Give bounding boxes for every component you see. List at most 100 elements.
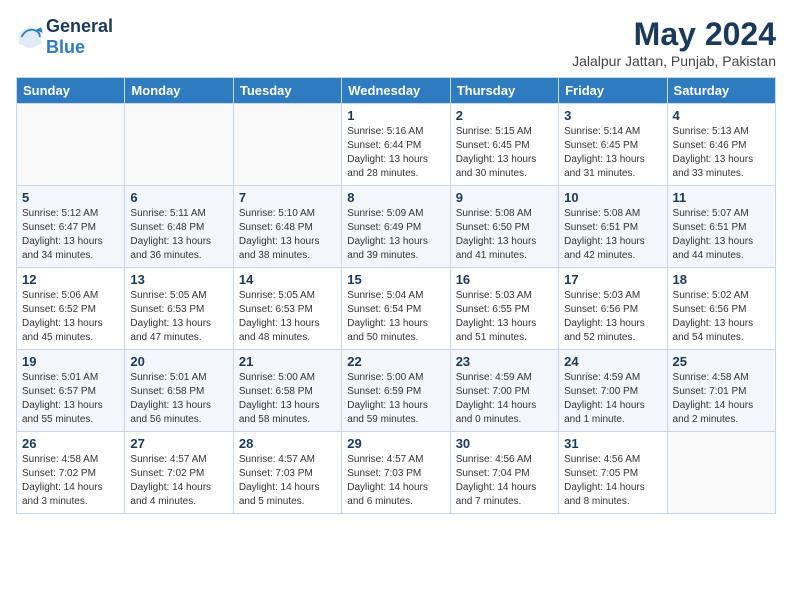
day-info: Sunrise: 5:04 AM Sunset: 6:54 PM Dayligh… bbox=[347, 289, 444, 345]
day-info: Sunrise: 5:15 AM Sunset: 6:45 PM Dayligh… bbox=[456, 125, 553, 181]
day-number: 13 bbox=[130, 272, 227, 287]
calendar-cell bbox=[233, 104, 341, 186]
day-info: Sunrise: 5:10 AM Sunset: 6:48 PM Dayligh… bbox=[239, 207, 336, 263]
logo-blue: Blue bbox=[46, 37, 85, 57]
column-header-friday: Friday bbox=[559, 78, 667, 104]
day-info: Sunrise: 4:58 AM Sunset: 7:01 PM Dayligh… bbox=[673, 371, 770, 427]
calendar-cell: 27 Sunrise: 4:57 AM Sunset: 7:02 PM Dayli… bbox=[125, 432, 233, 514]
day-info: Sunrise: 4:58 AM Sunset: 7:02 PM Dayligh… bbox=[22, 453, 119, 509]
day-number: 3 bbox=[564, 108, 661, 123]
calendar-cell: 6 Sunrise: 5:11 AM Sunset: 6:48 PM Daylig… bbox=[125, 186, 233, 268]
day-info: Sunrise: 5:14 AM Sunset: 6:45 PM Dayligh… bbox=[564, 125, 661, 181]
day-number: 20 bbox=[130, 354, 227, 369]
day-info: Sunrise: 5:08 AM Sunset: 6:50 PM Dayligh… bbox=[456, 207, 553, 263]
day-info: Sunrise: 4:57 AM Sunset: 7:03 PM Dayligh… bbox=[239, 453, 336, 509]
day-info: Sunrise: 5:09 AM Sunset: 6:49 PM Dayligh… bbox=[347, 207, 444, 263]
column-header-saturday: Saturday bbox=[667, 78, 775, 104]
day-info: Sunrise: 4:56 AM Sunset: 7:05 PM Dayligh… bbox=[564, 453, 661, 509]
day-number: 27 bbox=[130, 436, 227, 451]
calendar-cell: 1 Sunrise: 5:16 AM Sunset: 6:44 PM Daylig… bbox=[342, 104, 450, 186]
day-info: Sunrise: 5:05 AM Sunset: 6:53 PM Dayligh… bbox=[130, 289, 227, 345]
day-number: 12 bbox=[22, 272, 119, 287]
calendar-cell: 3 Sunrise: 5:14 AM Sunset: 6:45 PM Daylig… bbox=[559, 104, 667, 186]
calendar-cell: 7Sunrise: 5:10 AM Sunset: 6:48 PM Daylig… bbox=[233, 186, 341, 268]
day-info: Sunrise: 5:00 AM Sunset: 6:58 PM Dayligh… bbox=[239, 371, 336, 427]
calendar-cell: 13 Sunrise: 5:05 AM Sunset: 6:53 PM Dayli… bbox=[125, 268, 233, 350]
day-info: Sunrise: 5:03 AM Sunset: 6:55 PM Dayligh… bbox=[456, 289, 553, 345]
day-info: Sunrise: 5:12 AM Sunset: 6:47 PM Dayligh… bbox=[22, 207, 119, 263]
day-number: 10 bbox=[564, 190, 661, 205]
day-number: 23 bbox=[456, 354, 553, 369]
day-number: 31 bbox=[564, 436, 661, 451]
day-info: Sunrise: 4:59 AM Sunset: 7:00 PM Dayligh… bbox=[564, 371, 661, 427]
calendar-week-row: 12 Sunrise: 5:06 AM Sunset: 6:52 PM Dayli… bbox=[17, 268, 776, 350]
day-number: 24 bbox=[564, 354, 661, 369]
day-info: Sunrise: 4:57 AM Sunset: 7:02 PM Dayligh… bbox=[130, 453, 227, 509]
day-info: Sunrise: 4:57 AM Sunset: 7:03 PM Dayligh… bbox=[347, 453, 444, 509]
calendar-cell: 21Sunrise: 5:00 AM Sunset: 6:58 PM Dayli… bbox=[233, 350, 341, 432]
calendar-cell: 16 Sunrise: 5:03 AM Sunset: 6:55 PM Dayli… bbox=[450, 268, 558, 350]
calendar-cell: 15 Sunrise: 5:04 AM Sunset: 6:54 PM Dayli… bbox=[342, 268, 450, 350]
day-number: 18 bbox=[673, 272, 770, 287]
calendar-cell: 25 Sunrise: 4:58 AM Sunset: 7:01 PM Dayli… bbox=[667, 350, 775, 432]
logo: General Blue bbox=[16, 16, 113, 58]
day-info: Sunrise: 5:05 AM Sunset: 6:53 PM Dayligh… bbox=[239, 289, 336, 345]
page-header: General Blue May 2024 Jalalpur Jattan, P… bbox=[16, 16, 776, 69]
calendar-cell: 18Sunrise: 5:02 AM Sunset: 6:56 PM Dayli… bbox=[667, 268, 775, 350]
calendar-cell: 28 Sunrise: 4:57 AM Sunset: 7:03 PM Dayli… bbox=[233, 432, 341, 514]
calendar-cell: 17Sunrise: 5:03 AM Sunset: 6:56 PM Dayli… bbox=[559, 268, 667, 350]
day-number: 26 bbox=[22, 436, 119, 451]
calendar-cell bbox=[667, 432, 775, 514]
day-number: 16 bbox=[456, 272, 553, 287]
day-info: Sunrise: 5:16 AM Sunset: 6:44 PM Dayligh… bbox=[347, 125, 444, 181]
calendar-cell: 12 Sunrise: 5:06 AM Sunset: 6:52 PM Dayli… bbox=[17, 268, 125, 350]
day-info: Sunrise: 5:07 AM Sunset: 6:51 PM Dayligh… bbox=[673, 207, 770, 263]
day-info: Sunrise: 5:13 AM Sunset: 6:46 PM Dayligh… bbox=[673, 125, 770, 181]
day-number: 22 bbox=[347, 354, 444, 369]
day-number: 19 bbox=[22, 354, 119, 369]
calendar-cell: 29 Sunrise: 4:57 AM Sunset: 7:03 PM Dayli… bbox=[342, 432, 450, 514]
calendar-cell: 14Sunrise: 5:05 AM Sunset: 6:53 PM Dayli… bbox=[233, 268, 341, 350]
calendar-cell: 2 Sunrise: 5:15 AM Sunset: 6:45 PM Daylig… bbox=[450, 104, 558, 186]
day-number: 17 bbox=[564, 272, 661, 287]
day-number: 8 bbox=[347, 190, 444, 205]
calendar-cell: 30Sunrise: 4:56 AM Sunset: 7:04 PM Dayli… bbox=[450, 432, 558, 514]
column-header-wednesday: Wednesday bbox=[342, 78, 450, 104]
day-number: 2 bbox=[456, 108, 553, 123]
day-number: 6 bbox=[130, 190, 227, 205]
day-number: 5 bbox=[22, 190, 119, 205]
calendar-cell: 20Sunrise: 5:01 AM Sunset: 6:58 PM Dayli… bbox=[125, 350, 233, 432]
day-number: 29 bbox=[347, 436, 444, 451]
day-info: Sunrise: 5:00 AM Sunset: 6:59 PM Dayligh… bbox=[347, 371, 444, 427]
day-info: Sunrise: 4:59 AM Sunset: 7:00 PM Dayligh… bbox=[456, 371, 553, 427]
calendar-cell: 23 Sunrise: 4:59 AM Sunset: 7:00 PM Dayli… bbox=[450, 350, 558, 432]
day-info: Sunrise: 5:11 AM Sunset: 6:48 PM Dayligh… bbox=[130, 207, 227, 263]
day-number: 25 bbox=[673, 354, 770, 369]
title-block: May 2024 Jalalpur Jattan, Punjab, Pakist… bbox=[572, 16, 776, 69]
calendar-header-row: SundayMondayTuesdayWednesdayThursdayFrid… bbox=[17, 78, 776, 104]
day-number: 30 bbox=[456, 436, 553, 451]
day-number: 4 bbox=[673, 108, 770, 123]
day-number: 9 bbox=[456, 190, 553, 205]
day-info: Sunrise: 5:06 AM Sunset: 6:52 PM Dayligh… bbox=[22, 289, 119, 345]
column-header-monday: Monday bbox=[125, 78, 233, 104]
column-header-tuesday: Tuesday bbox=[233, 78, 341, 104]
calendar-cell: 31 Sunrise: 4:56 AM Sunset: 7:05 PM Dayli… bbox=[559, 432, 667, 514]
calendar-cell: 5 Sunrise: 5:12 AM Sunset: 6:47 PM Daylig… bbox=[17, 186, 125, 268]
calendar-cell: 22 Sunrise: 5:00 AM Sunset: 6:59 PM Dayli… bbox=[342, 350, 450, 432]
calendar-cell bbox=[17, 104, 125, 186]
logo-icon bbox=[16, 23, 44, 51]
day-number: 15 bbox=[347, 272, 444, 287]
calendar-cell: 19Sunrise: 5:01 AM Sunset: 6:57 PM Dayli… bbox=[17, 350, 125, 432]
calendar-cell: 4 Sunrise: 5:13 AM Sunset: 6:46 PM Daylig… bbox=[667, 104, 775, 186]
calendar-cell: 8 Sunrise: 5:09 AM Sunset: 6:49 PM Daylig… bbox=[342, 186, 450, 268]
column-header-thursday: Thursday bbox=[450, 78, 558, 104]
location-subtitle: Jalalpur Jattan, Punjab, Pakistan bbox=[572, 53, 776, 69]
day-number: 11 bbox=[673, 190, 770, 205]
calendar-week-row: 5 Sunrise: 5:12 AM Sunset: 6:47 PM Daylig… bbox=[17, 186, 776, 268]
day-number: 1 bbox=[347, 108, 444, 123]
column-header-sunday: Sunday bbox=[17, 78, 125, 104]
calendar-cell: 24 Sunrise: 4:59 AM Sunset: 7:00 PM Dayli… bbox=[559, 350, 667, 432]
day-number: 28 bbox=[239, 436, 336, 451]
month-year-title: May 2024 bbox=[572, 16, 776, 53]
